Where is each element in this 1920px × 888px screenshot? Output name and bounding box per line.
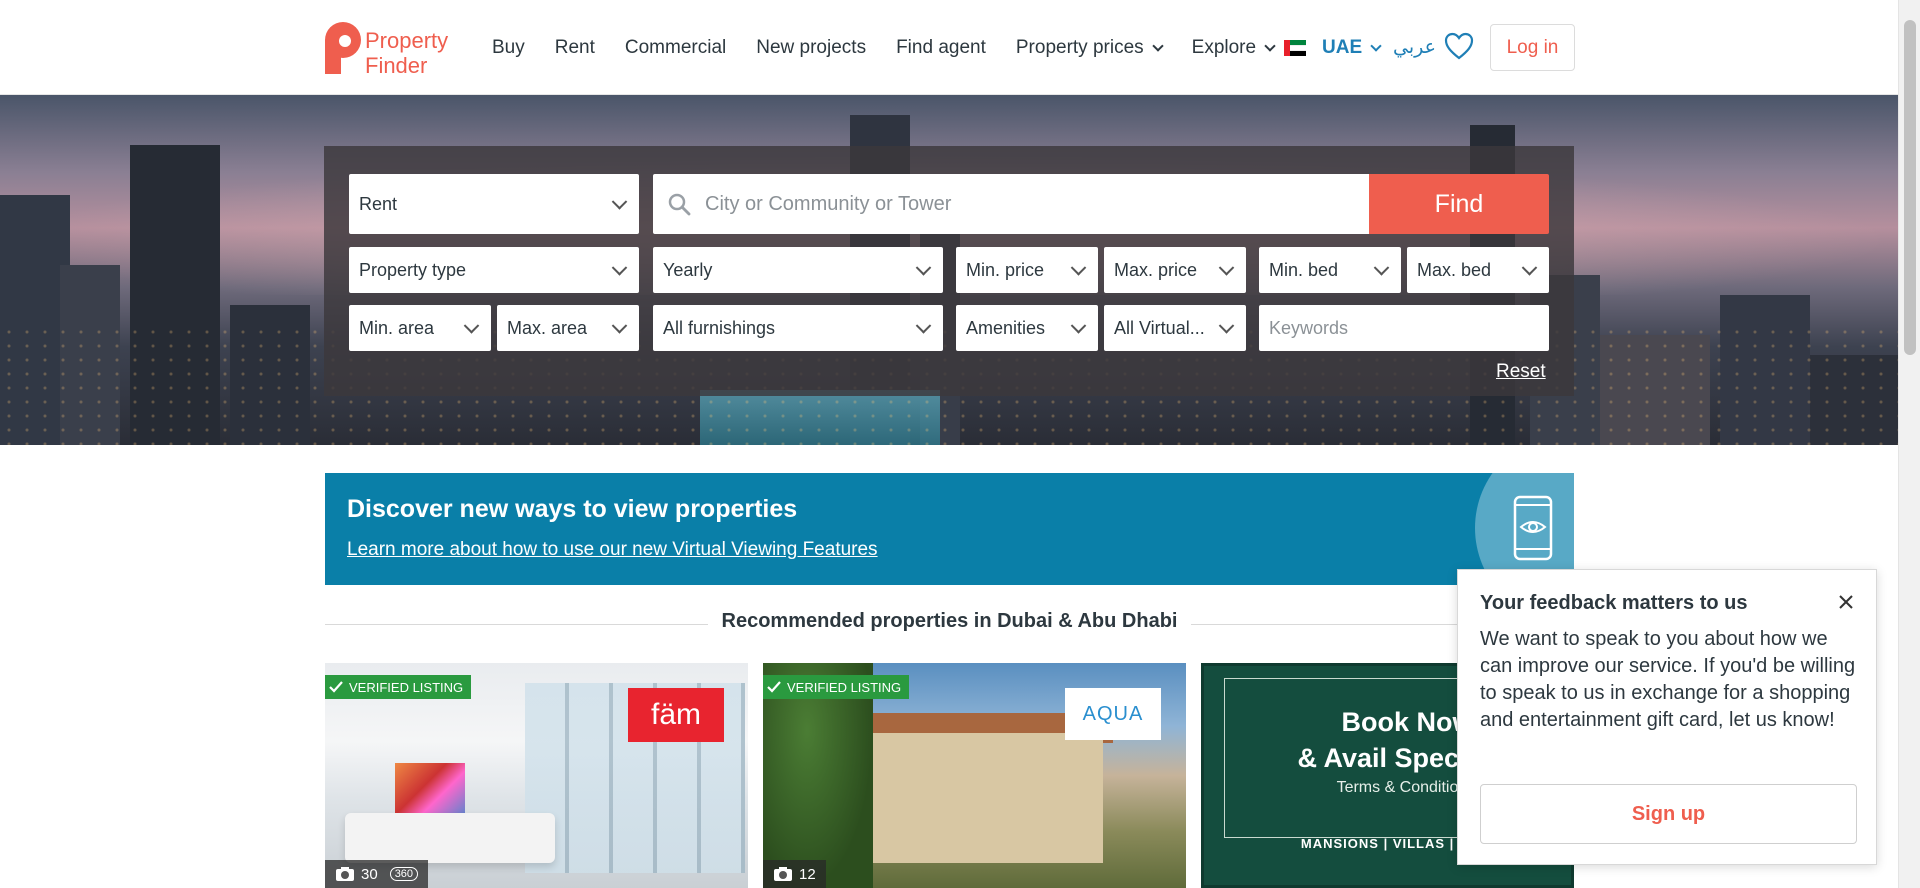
recommended-heading: Recommended properties in Dubai & Abu Dh… bbox=[325, 610, 1574, 640]
scrollbar-thumb[interactable] bbox=[1904, 20, 1916, 355]
close-icon[interactable] bbox=[1836, 592, 1856, 612]
section-title: Recommended properties in Dubai & Abu Dh… bbox=[707, 610, 1192, 632]
nav-new-projects[interactable]: New projects bbox=[756, 37, 866, 59]
reset-link[interactable]: Reset bbox=[1496, 361, 1546, 383]
search-panel: Rent City or Community or Tower Find Pro… bbox=[324, 146, 1574, 396]
favorites-heart-icon[interactable] bbox=[1444, 32, 1474, 64]
property-card[interactable]: VERIFIED LISTING AQUA 12 bbox=[763, 663, 1186, 888]
camera-icon bbox=[774, 867, 792, 881]
photo-count: 12 bbox=[763, 860, 826, 888]
chevron-down-icon bbox=[915, 318, 932, 334]
login-button[interactable]: Log in bbox=[1490, 24, 1575, 71]
sign-up-button[interactable]: Sign up bbox=[1480, 784, 1857, 844]
min-bed-select[interactable]: Min. bed bbox=[1259, 247, 1401, 293]
phone-eye-icon bbox=[1513, 495, 1553, 561]
logo-mark-icon bbox=[325, 22, 361, 74]
keywords-input[interactable]: Keywords bbox=[1259, 305, 1549, 351]
site-header: Property Finder Buy Rent Commercial New … bbox=[0, 0, 1898, 95]
verified-badge: VERIFIED LISTING bbox=[325, 675, 472, 699]
chevron-down-icon bbox=[611, 260, 628, 276]
virtual-viewing-banner[interactable]: Discover new ways to view properties Lea… bbox=[325, 473, 1574, 585]
360-view-icon: 360 bbox=[389, 867, 419, 881]
chevron-down-icon bbox=[1070, 318, 1087, 334]
max-bed-select[interactable]: Max. bed bbox=[1407, 247, 1549, 293]
nav-explore[interactable]: Explore bbox=[1192, 37, 1276, 59]
chevron-down-icon bbox=[1373, 260, 1390, 276]
chevron-down-icon bbox=[611, 194, 628, 210]
amenities-select[interactable]: Amenities bbox=[956, 305, 1098, 351]
property-card[interactable]: VERIFIED LISTING fäm 30 360 bbox=[325, 663, 748, 888]
feedback-popup: Your feedback matters to us We want to s… bbox=[1457, 569, 1877, 865]
chevron-down-icon bbox=[1521, 260, 1538, 276]
agency-logo: fäm bbox=[628, 688, 724, 742]
uae-flag-icon bbox=[1284, 40, 1306, 57]
virtual-viewing-select[interactable]: All Virtual... bbox=[1104, 305, 1246, 351]
find-button[interactable]: Find bbox=[1369, 174, 1549, 234]
search-icon bbox=[668, 193, 691, 216]
nav-commercial[interactable]: Commercial bbox=[625, 37, 726, 59]
country-selector[interactable]: UAE bbox=[1322, 37, 1382, 59]
nav-property-prices[interactable]: Property prices bbox=[1016, 37, 1164, 59]
property-type-select[interactable]: Property type bbox=[349, 247, 639, 293]
camera-icon bbox=[336, 867, 354, 881]
logo-text-line2: Finder bbox=[365, 53, 428, 78]
category-select[interactable]: Rent bbox=[349, 174, 639, 234]
verified-badge: VERIFIED LISTING bbox=[763, 675, 910, 699]
chevron-down-icon bbox=[1370, 39, 1382, 52]
feedback-title: Your feedback matters to us bbox=[1480, 592, 1748, 614]
banner-link[interactable]: Learn more about how to use our new Virt… bbox=[347, 539, 878, 561]
nav-rent[interactable]: Rent bbox=[555, 37, 595, 59]
chevron-down-icon bbox=[1264, 39, 1276, 52]
chevron-down-icon bbox=[1151, 39, 1164, 52]
page-scrollbar[interactable] bbox=[1898, 0, 1920, 888]
property-finder-logo[interactable]: Property Finder bbox=[323, 18, 463, 78]
chevron-down-icon bbox=[915, 260, 932, 276]
chevron-down-icon bbox=[1218, 260, 1235, 276]
location-search-input[interactable]: City or Community or Tower bbox=[653, 174, 1369, 234]
nav-find-agent[interactable]: Find agent bbox=[896, 37, 986, 59]
chevron-down-icon bbox=[1218, 318, 1235, 334]
rent-period-select[interactable]: Yearly bbox=[653, 247, 943, 293]
feedback-body: We want to speak to you about how we can… bbox=[1480, 628, 1856, 731]
chevron-down-icon bbox=[463, 318, 480, 334]
main-nav: Buy Rent Commercial New projects Find ag… bbox=[492, 37, 1304, 59]
furnishings-select[interactable]: All furnishings bbox=[653, 305, 943, 351]
nav-buy[interactable]: Buy bbox=[492, 37, 525, 59]
photo-count: 30 360 bbox=[325, 860, 429, 888]
max-price-select[interactable]: Max. price bbox=[1104, 247, 1246, 293]
banner-title: Discover new ways to view properties bbox=[347, 495, 798, 523]
logo-text-line1: Property bbox=[365, 28, 449, 53]
chevron-down-icon bbox=[611, 318, 628, 334]
chevron-down-icon bbox=[1070, 260, 1087, 276]
check-icon bbox=[767, 681, 781, 693]
min-price-select[interactable]: Min. price bbox=[956, 247, 1098, 293]
language-switch[interactable]: عربي bbox=[1393, 36, 1436, 58]
check-icon bbox=[329, 681, 343, 693]
agency-logo: AQUA bbox=[1065, 688, 1161, 740]
min-area-select[interactable]: Min. area bbox=[349, 305, 491, 351]
max-area-select[interactable]: Max. area bbox=[497, 305, 639, 351]
